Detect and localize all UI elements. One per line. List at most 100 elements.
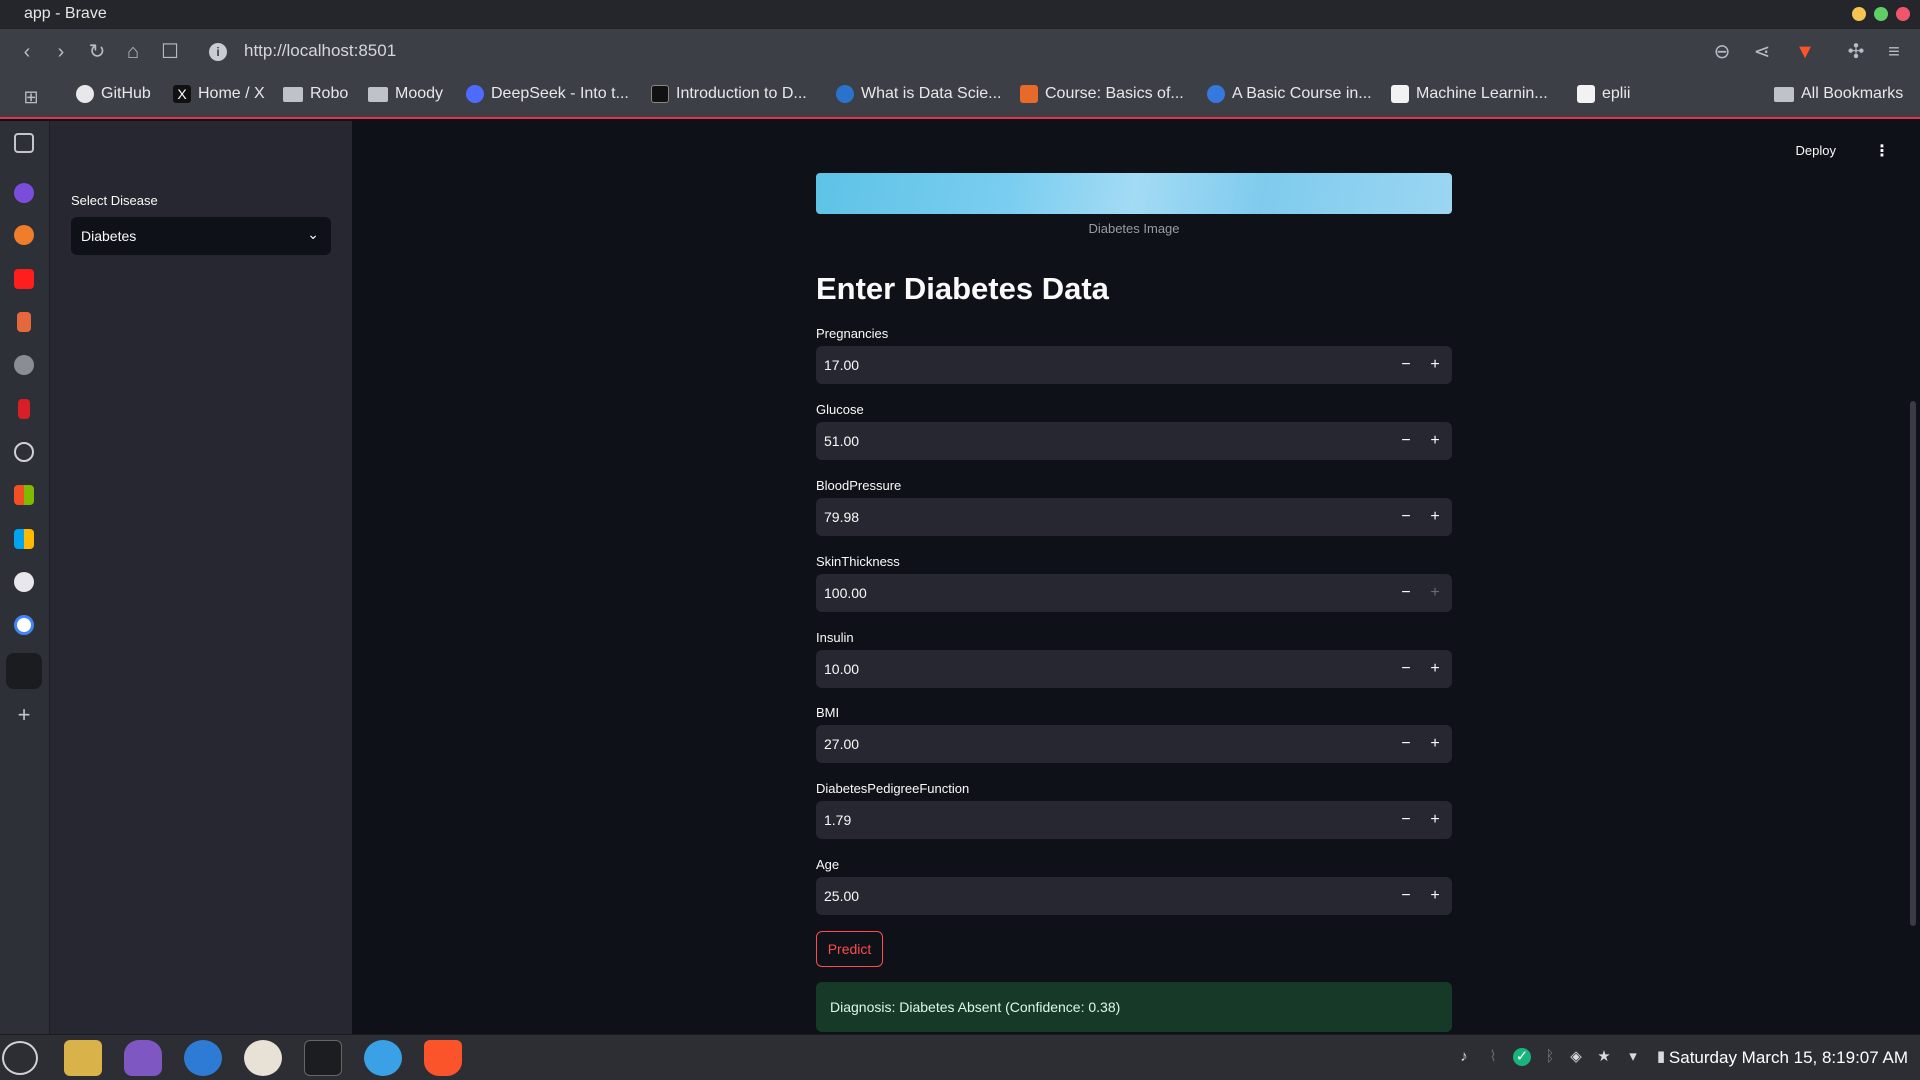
bookmark-label: Machine Learnin... [1416, 85, 1548, 102]
forward-icon[interactable]: › [48, 39, 74, 65]
terminal-icon[interactable] [304, 1040, 342, 1076]
google-icon[interactable] [14, 615, 34, 635]
app-icon[interactable] [17, 312, 31, 332]
apps-grid-icon[interactable]: ⊞ [18, 84, 44, 110]
leo-ai-icon[interactable] [14, 183, 34, 203]
share-icon[interactable]: ⋖ [1749, 39, 1775, 65]
file-manager-icon[interactable] [64, 1040, 102, 1076]
clock[interactable]: Saturday March 15, 8:19:07 AM [1669, 1048, 1908, 1068]
deploy-button[interactable]: Deploy [1796, 143, 1836, 158]
field-value[interactable]: 100.00 [824, 585, 867, 601]
globe-icon[interactable] [14, 355, 34, 375]
bookmark-machine-learning[interactable]: Machine Learnin... [1391, 85, 1548, 103]
brave-icon[interactable] [424, 1040, 462, 1076]
sidebar-toggle-icon[interactable] [14, 133, 34, 153]
field-value[interactable]: 51.00 [824, 433, 859, 449]
number-input[interactable]: 17.00 − + [816, 346, 1452, 384]
number-input[interactable]: 1.79 − + [816, 801, 1452, 839]
field-value[interactable]: 25.00 [824, 888, 859, 904]
bookmark-github[interactable]: GitHub [76, 85, 151, 103]
number-input[interactable]: 79.98 − + [816, 498, 1452, 536]
increment-button[interactable]: + [1425, 809, 1445, 831]
increment-button[interactable]: + [1425, 885, 1445, 907]
decrement-button[interactable]: − [1396, 506, 1416, 528]
disease-select[interactable]: Diabetes ⌄ [71, 217, 331, 255]
home-icon[interactable]: ⌂ [120, 39, 146, 65]
bookmark-course-basics[interactable]: Course: Basics of... [1020, 85, 1184, 103]
youtube-icon[interactable] [14, 269, 34, 289]
increment-button[interactable]: + [1425, 354, 1445, 376]
app-icon[interactable] [14, 225, 34, 245]
increment-button[interactable]: + [1425, 430, 1445, 452]
number-input[interactable]: 10.00 − + [816, 650, 1452, 688]
extensions-icon[interactable]: ✣ [1843, 39, 1869, 65]
increment-button[interactable]: + [1425, 506, 1445, 528]
github-icon[interactable] [14, 572, 34, 592]
thunderbird-icon[interactable] [184, 1040, 222, 1076]
field-value[interactable]: 10.00 [824, 661, 859, 677]
mint-menu-icon[interactable] [2, 1041, 38, 1075]
back-icon[interactable]: ‹ [14, 39, 40, 65]
maximize-button[interactable] [1874, 7, 1888, 21]
bookmark-introduction[interactable]: Introduction to D... [651, 85, 807, 103]
site-info-icon[interactable]: i [209, 43, 227, 61]
taskbar: ♪ ⌇ ✓ ᛒ ◈ ★ ▾ ▮ Saturday March 15, 8:19:… [0, 1034, 1920, 1080]
app-icon[interactable] [14, 442, 34, 462]
decrement-button[interactable]: − [1396, 658, 1416, 680]
bookmark-moody[interactable]: Moody [368, 85, 443, 103]
field-label: Age [816, 857, 840, 872]
increment-button[interactable]: + [1425, 582, 1445, 604]
volume-icon[interactable]: ♪ [1455, 1048, 1473, 1066]
field-value[interactable]: 27.00 [824, 736, 859, 752]
bluetooth-icon[interactable]: ᛒ [1541, 1048, 1559, 1066]
field-value[interactable]: 1.79 [824, 812, 851, 828]
address-bar[interactable]: http://localhost:8501 [244, 41, 396, 61]
jupyter-icon[interactable] [244, 1040, 282, 1076]
update-icon[interactable]: ✓ [1513, 1048, 1531, 1066]
field-label: BMI [816, 705, 840, 720]
shield-icon[interactable]: ◈ [1567, 1048, 1585, 1066]
bookmark-data-science[interactable]: What is Data Scie... [836, 85, 1002, 103]
number-input[interactable]: 25.00 − + [816, 877, 1452, 915]
decrement-button[interactable]: − [1396, 430, 1416, 452]
field-value[interactable]: 79.98 [824, 509, 859, 525]
paperclip-icon[interactable]: ⌇ [1484, 1048, 1502, 1066]
decrement-button[interactable]: − [1396, 809, 1416, 831]
scrollbar[interactable] [1910, 401, 1916, 926]
obsidian-icon[interactable] [124, 1040, 162, 1076]
number-input[interactable]: 27.00 − + [816, 725, 1452, 763]
field-value[interactable]: 17.00 [824, 357, 859, 373]
reload-icon[interactable]: ↻ [84, 39, 110, 65]
decrement-button[interactable]: − [1396, 885, 1416, 907]
crown-app-icon[interactable] [6, 653, 42, 689]
decrement-button[interactable]: − [1396, 733, 1416, 755]
bookmark-robo[interactable]: Robo [283, 85, 348, 103]
microsoft-icon[interactable] [14, 529, 34, 549]
number-input[interactable]: 51.00 − + [816, 422, 1452, 460]
microsoft-icon[interactable] [14, 485, 34, 505]
all-bookmarks[interactable]: All Bookmarks [1774, 85, 1903, 103]
increment-button[interactable]: + [1425, 733, 1445, 755]
bookmark-home-x[interactable]: X Home / X [173, 85, 265, 103]
netflix-icon[interactable] [18, 399, 30, 419]
wifi-icon[interactable]: ▾ [1624, 1048, 1642, 1066]
close-button[interactable] [1896, 7, 1910, 21]
bookmark-basic-course[interactable]: A Basic Course in... [1207, 85, 1372, 103]
zoom-icon[interactable]: ⊖ [1709, 39, 1735, 65]
hamburger-menu-icon[interactable]: ≡ [1881, 39, 1907, 65]
add-icon[interactable]: + [14, 704, 34, 726]
brave-shields-icon[interactable]: ▼ [1792, 39, 1818, 65]
bookmark-deepseek[interactable]: DeepSeek - Into t... [466, 85, 629, 103]
number-input[interactable]: 100.00 − + [816, 574, 1452, 612]
predict-button[interactable]: Predict [816, 931, 883, 967]
star-icon[interactable]: ★ [1595, 1048, 1613, 1066]
bookmark-eplii[interactable]: eplii [1577, 85, 1630, 103]
decrement-button[interactable]: − [1396, 582, 1416, 604]
battery-icon[interactable]: ▮ [1652, 1048, 1670, 1066]
bookmark-icon[interactable]: ☐ [157, 39, 183, 65]
decrement-button[interactable]: − [1396, 354, 1416, 376]
increment-button[interactable]: + [1425, 658, 1445, 680]
minimize-button[interactable] [1852, 7, 1866, 21]
vscode-icon[interactable] [364, 1040, 402, 1076]
kebab-menu-icon[interactable]: ⋮ [1874, 141, 1890, 161]
